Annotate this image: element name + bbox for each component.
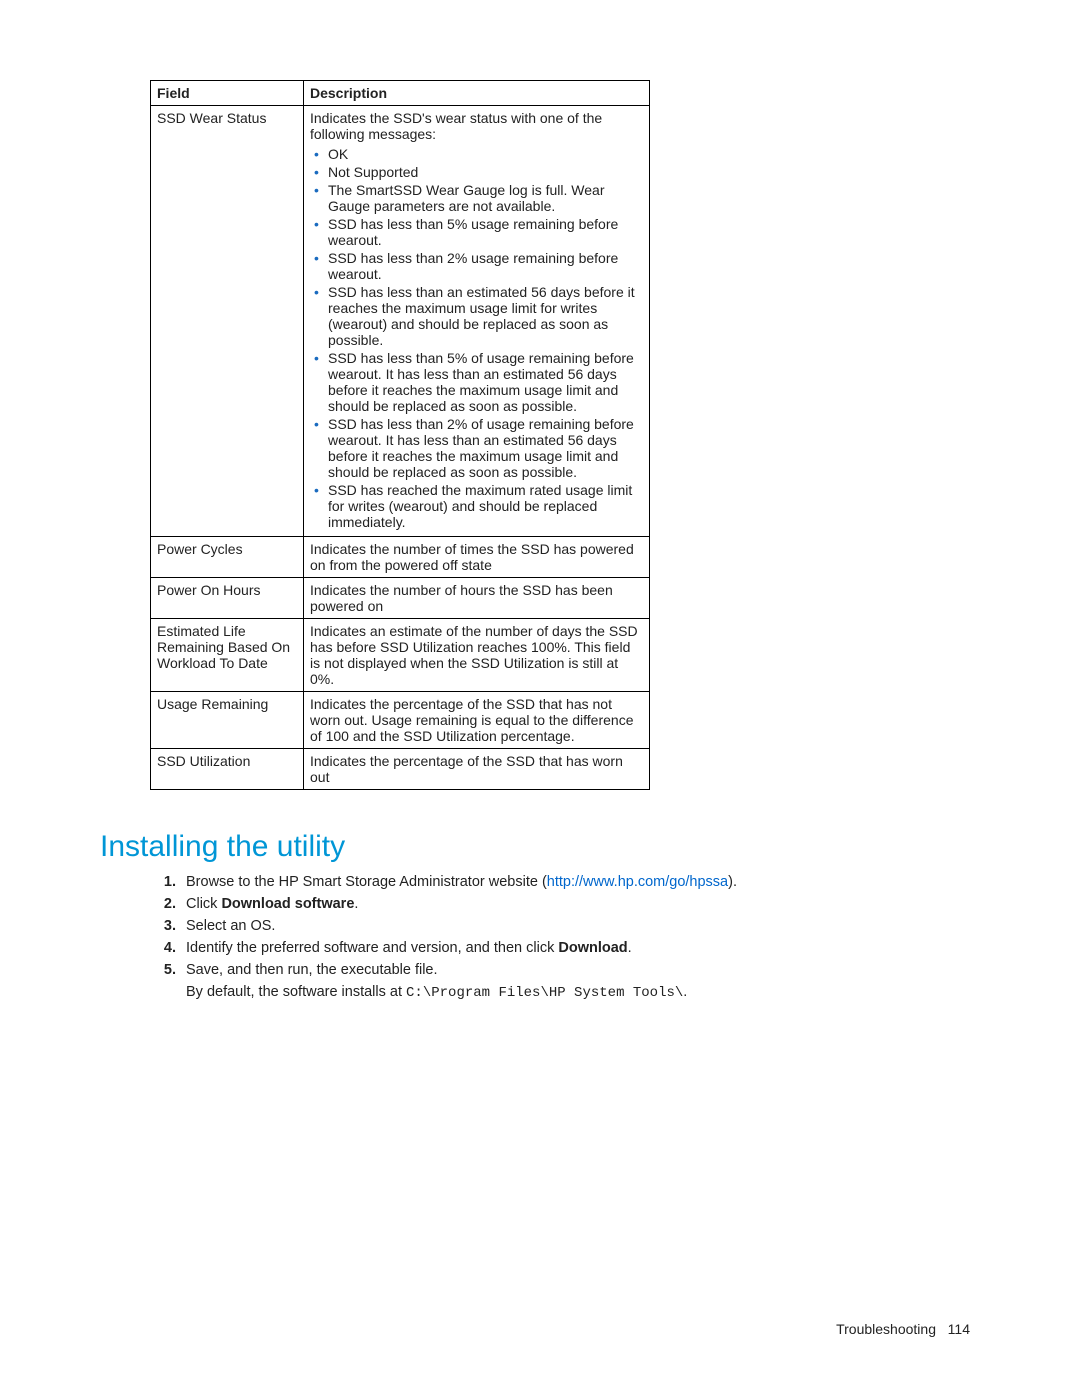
list-item: SSD has less than 5% of usage remaining …: [328, 350, 643, 414]
table-row: SSD Wear Status Indicates the SSD's wear…: [151, 106, 650, 537]
list-item: SSD has less than 5% usage remaining bef…: [328, 216, 643, 248]
page-footer: Troubleshooting 114: [836, 1321, 970, 1337]
step-item: Browse to the HP Smart Storage Administr…: [180, 874, 980, 890]
description-cell: Indicates the percentage of the SSD that…: [304, 692, 650, 749]
install-steps: Browse to the HP Smart Storage Administr…: [160, 874, 980, 1001]
field-cell: SSD Wear Status: [151, 106, 304, 537]
step-text: Select an OS.: [186, 918, 275, 934]
footer-label: Troubleshooting: [836, 1321, 936, 1337]
description-cell: Indicates the SSD's wear status with one…: [304, 106, 650, 537]
th-field: Field: [151, 81, 304, 106]
description-cell: Indicates the number of times the SSD ha…: [304, 537, 650, 578]
bold-text: Download software: [221, 896, 354, 912]
bullet-list: OK Not Supported The SmartSSD Wear Gauge…: [310, 146, 643, 530]
step-text: By default, the software installs at: [186, 984, 406, 1000]
field-cell: Power On Hours: [151, 578, 304, 619]
description-cell: Indicates the number of hours the SSD ha…: [304, 578, 650, 619]
table-row: Usage Remaining Indicates the percentage…: [151, 692, 650, 749]
step-text: ).: [728, 874, 737, 890]
step-item: Select an OS.: [180, 918, 980, 934]
step-text: .: [354, 896, 358, 912]
step-text: .: [683, 984, 687, 1000]
step-text: Identify the preferred software and vers…: [186, 940, 558, 956]
step-text: Browse to the HP Smart Storage Administr…: [186, 874, 547, 890]
list-item: SSD has reached the maximum rated usage …: [328, 482, 643, 530]
step-item: Click Download software.: [180, 896, 980, 912]
bold-text: Download: [558, 940, 627, 956]
description-cell: Indicates the percentage of the SSD that…: [304, 749, 650, 790]
step-item: Identify the preferred software and vers…: [180, 940, 980, 956]
list-item: OK: [328, 146, 643, 162]
description-cell: Indicates an estimate of the number of d…: [304, 619, 650, 692]
step-text: Click: [186, 896, 221, 912]
th-description: Description: [304, 81, 650, 106]
step-item: Save, and then run, the executable file.…: [180, 962, 980, 1001]
section-heading: Installing the utility: [100, 830, 980, 864]
hpssa-link[interactable]: http://www.hp.com/go/hpssa: [547, 874, 728, 890]
field-cell: Power Cycles: [151, 537, 304, 578]
step-text: .: [628, 940, 632, 956]
field-cell: Usage Remaining: [151, 692, 304, 749]
list-item: SSD has less than 2% of usage remaining …: [328, 416, 643, 480]
table-row: SSD Utilization Indicates the percentage…: [151, 749, 650, 790]
list-item: The SmartSSD Wear Gauge log is full. Wea…: [328, 182, 643, 214]
table-row: Power Cycles Indicates the number of tim…: [151, 537, 650, 578]
list-item: SSD has less than 2% usage remaining bef…: [328, 250, 643, 282]
field-description-table: Field Description SSD Wear Status Indica…: [150, 80, 650, 790]
page-number: 114: [948, 1321, 970, 1337]
install-path: C:\Program Files\HP System Tools\: [406, 985, 683, 1001]
desc-intro: Indicates the SSD's wear status with one…: [310, 110, 643, 142]
field-cell: Estimated Life Remaining Based On Worklo…: [151, 619, 304, 692]
step-text: Save, and then run, the executable file.: [186, 962, 438, 978]
table-row: Power On Hours Indicates the number of h…: [151, 578, 650, 619]
table-row: Estimated Life Remaining Based On Worklo…: [151, 619, 650, 692]
field-cell: SSD Utilization: [151, 749, 304, 790]
list-item: SSD has less than an estimated 56 days b…: [328, 284, 643, 348]
list-item: Not Supported: [328, 164, 643, 180]
